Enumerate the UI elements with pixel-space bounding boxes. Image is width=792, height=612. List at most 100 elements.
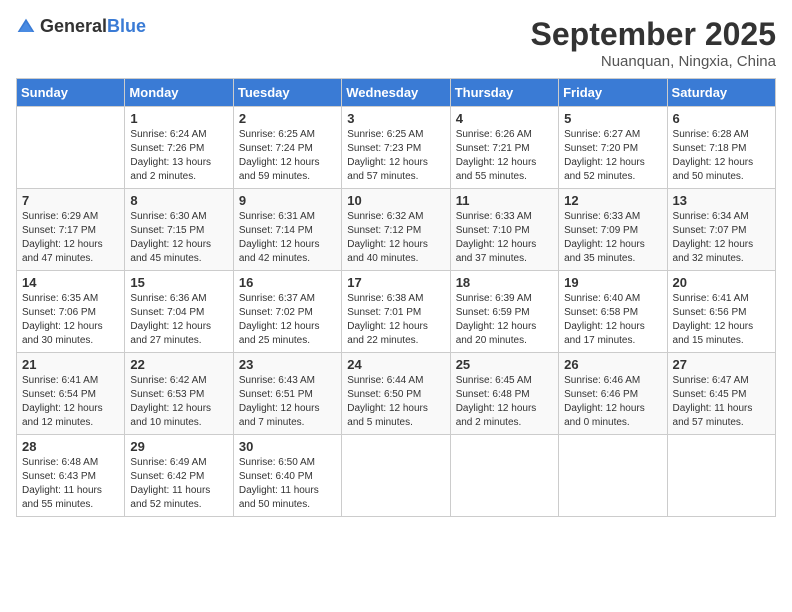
day-cell [667, 435, 775, 517]
col-header-friday: Friday [559, 79, 667, 107]
day-info: Sunrise: 6:50 AM Sunset: 6:40 PM Dayligh… [239, 456, 336, 512]
day-info: Sunrise: 6:27 AM Sunset: 7:20 PM Dayligh… [564, 128, 661, 184]
calendar-header-row: SundayMondayTuesdayWednesdayThursdayFrid… [17, 79, 776, 107]
day-info: Sunrise: 6:34 AM Sunset: 7:07 PM Dayligh… [673, 210, 770, 266]
col-header-wednesday: Wednesday [342, 79, 450, 107]
day-info: Sunrise: 6:33 AM Sunset: 7:10 PM Dayligh… [456, 210, 553, 266]
day-number: 11 [456, 193, 553, 208]
day-info: Sunrise: 6:29 AM Sunset: 7:17 PM Dayligh… [22, 210, 119, 266]
day-cell: 17Sunrise: 6:38 AM Sunset: 7:01 PM Dayli… [342, 271, 450, 353]
day-number: 7 [22, 193, 119, 208]
logo-general: General [40, 16, 107, 36]
day-cell: 5Sunrise: 6:27 AM Sunset: 7:20 PM Daylig… [559, 107, 667, 189]
day-number: 26 [564, 357, 661, 372]
day-info: Sunrise: 6:26 AM Sunset: 7:21 PM Dayligh… [456, 128, 553, 184]
day-number: 15 [130, 275, 227, 290]
logo-blue: Blue [107, 16, 146, 36]
day-info: Sunrise: 6:39 AM Sunset: 6:59 PM Dayligh… [456, 292, 553, 348]
week-row-1: 1 Sunrise: 6:24 AM Sunset: 7:26 PM Daylig… [17, 107, 776, 189]
day-cell: 22 Sunrise: 6:42 AM Sunset: 6:53 PM Dayli… [125, 353, 233, 435]
day-info: Sunrise: 6:44 AM Sunset: 6:50 PM Dayligh… [347, 374, 444, 430]
week-row-3: 14 Sunrise: 6:35 AM Sunset: 7:06 PM Dayli… [17, 271, 776, 353]
day-cell [450, 435, 558, 517]
day-info: Sunrise: 6:49 AM Sunset: 6:42 PM Dayligh… [130, 456, 227, 512]
month-title: September 2025 [531, 16, 776, 53]
day-info: Sunrise: 6:41 AM Sunset: 6:56 PM Dayligh… [673, 292, 770, 348]
location-title: Nuanquan, Ningxia, China [531, 53, 776, 70]
day-cell: 3Sunrise: 6:25 AM Sunset: 7:23 PM Daylig… [342, 107, 450, 189]
week-row-5: 28 Sunrise: 6:48 AM Sunset: 6:43 PM Dayli… [17, 435, 776, 517]
day-cell: 29 Sunrise: 6:49 AM Sunset: 6:42 PM Dayli… [125, 435, 233, 517]
col-header-thursday: Thursday [450, 79, 558, 107]
day-number: 9 [239, 193, 336, 208]
day-info: Sunrise: 6:40 AM Sunset: 6:58 PM Dayligh… [564, 292, 661, 348]
calendar-table: SundayMondayTuesdayWednesdayThursdayFrid… [16, 78, 776, 517]
day-cell: 26 Sunrise: 6:46 AM Sunset: 6:46 PM Dayli… [559, 353, 667, 435]
day-number: 13 [673, 193, 770, 208]
logo-icon [16, 17, 36, 37]
day-number: 29 [130, 439, 227, 454]
day-cell: 6 Sunrise: 6:28 AM Sunset: 7:18 PM Daylig… [667, 107, 775, 189]
day-cell: 24 Sunrise: 6:44 AM Sunset: 6:50 PM Dayli… [342, 353, 450, 435]
day-cell [342, 435, 450, 517]
day-number: 21 [22, 357, 119, 372]
day-number: 8 [130, 193, 227, 208]
day-info: Sunrise: 6:25 AM Sunset: 7:24 PM Dayligh… [239, 128, 336, 184]
day-cell: 11 Sunrise: 6:33 AM Sunset: 7:10 PM Dayli… [450, 189, 558, 271]
day-number: 24 [347, 357, 444, 372]
day-cell: 23 Sunrise: 6:43 AM Sunset: 6:51 PM Dayli… [233, 353, 341, 435]
day-cell: 30 Sunrise: 6:50 AM Sunset: 6:40 PM Dayli… [233, 435, 341, 517]
day-number: 30 [239, 439, 336, 454]
day-cell: 10 Sunrise: 6:32 AM Sunset: 7:12 PM Dayli… [342, 189, 450, 271]
col-header-monday: Monday [125, 79, 233, 107]
day-info: Sunrise: 6:38 AM Sunset: 7:01 PM Dayligh… [347, 292, 444, 348]
day-number: 19 [564, 275, 661, 290]
day-cell: 2 Sunrise: 6:25 AM Sunset: 7:24 PM Daylig… [233, 107, 341, 189]
logo: GeneralBlue [16, 16, 146, 37]
day-info: Sunrise: 6:35 AM Sunset: 7:06 PM Dayligh… [22, 292, 119, 348]
day-info: Sunrise: 6:43 AM Sunset: 6:51 PM Dayligh… [239, 374, 336, 430]
day-info: Sunrise: 6:42 AM Sunset: 6:53 PM Dayligh… [130, 374, 227, 430]
day-cell: 19 Sunrise: 6:40 AM Sunset: 6:58 PM Dayli… [559, 271, 667, 353]
day-cell: 25Sunrise: 6:45 AM Sunset: 6:48 PM Dayli… [450, 353, 558, 435]
day-number: 2 [239, 111, 336, 126]
day-number: 4 [456, 111, 553, 126]
day-info: Sunrise: 6:28 AM Sunset: 7:18 PM Dayligh… [673, 128, 770, 184]
day-cell: 27Sunrise: 6:47 AM Sunset: 6:45 PM Dayli… [667, 353, 775, 435]
day-info: Sunrise: 6:32 AM Sunset: 7:12 PM Dayligh… [347, 210, 444, 266]
day-cell: 18Sunrise: 6:39 AM Sunset: 6:59 PM Dayli… [450, 271, 558, 353]
page-header: GeneralBlue September 2025 Nuanquan, Nin… [16, 16, 776, 70]
day-number: 10 [347, 193, 444, 208]
day-cell: 14 Sunrise: 6:35 AM Sunset: 7:06 PM Dayli… [17, 271, 125, 353]
day-info: Sunrise: 6:37 AM Sunset: 7:02 PM Dayligh… [239, 292, 336, 348]
day-number: 27 [673, 357, 770, 372]
day-number: 1 [130, 111, 227, 126]
day-number: 20 [673, 275, 770, 290]
day-info: Sunrise: 6:48 AM Sunset: 6:43 PM Dayligh… [22, 456, 119, 512]
day-info: Sunrise: 6:41 AM Sunset: 6:54 PM Dayligh… [22, 374, 119, 430]
day-cell: 12 Sunrise: 6:33 AM Sunset: 7:09 PM Dayli… [559, 189, 667, 271]
day-cell: 20 Sunrise: 6:41 AM Sunset: 6:56 PM Dayli… [667, 271, 775, 353]
logo-text: GeneralBlue [40, 16, 146, 37]
day-cell: 28 Sunrise: 6:48 AM Sunset: 6:43 PM Dayli… [17, 435, 125, 517]
col-header-saturday: Saturday [667, 79, 775, 107]
day-number: 22 [130, 357, 227, 372]
day-cell: 1 Sunrise: 6:24 AM Sunset: 7:26 PM Daylig… [125, 107, 233, 189]
day-number: 28 [22, 439, 119, 454]
day-number: 14 [22, 275, 119, 290]
day-info: Sunrise: 6:46 AM Sunset: 6:46 PM Dayligh… [564, 374, 661, 430]
day-number: 3 [347, 111, 444, 126]
day-info: Sunrise: 6:24 AM Sunset: 7:26 PM Dayligh… [130, 128, 227, 184]
day-number: 23 [239, 357, 336, 372]
day-info: Sunrise: 6:33 AM Sunset: 7:09 PM Dayligh… [564, 210, 661, 266]
day-number: 6 [673, 111, 770, 126]
day-cell [17, 107, 125, 189]
week-row-2: 7 Sunrise: 6:29 AM Sunset: 7:17 PM Daylig… [17, 189, 776, 271]
day-info: Sunrise: 6:36 AM Sunset: 7:04 PM Dayligh… [130, 292, 227, 348]
day-number: 12 [564, 193, 661, 208]
day-cell [559, 435, 667, 517]
day-cell: 15 Sunrise: 6:36 AM Sunset: 7:04 PM Dayli… [125, 271, 233, 353]
day-cell: 8Sunrise: 6:30 AM Sunset: 7:15 PM Daylig… [125, 189, 233, 271]
title-block: September 2025 Nuanquan, Ningxia, China [531, 16, 776, 70]
day-cell: 4 Sunrise: 6:26 AM Sunset: 7:21 PM Daylig… [450, 107, 558, 189]
